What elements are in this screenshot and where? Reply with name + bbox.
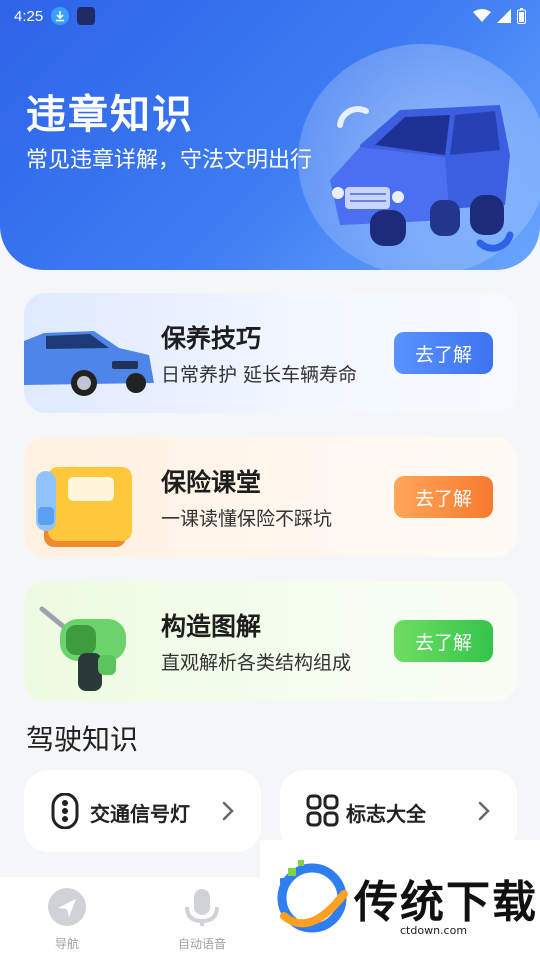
card-description: 日常养护 延长车辆寿命 <box>161 364 358 386</box>
microphone-icon <box>185 889 219 926</box>
card-description: 一课读懂保险不踩坑 <box>161 508 333 530</box>
card-title: 保险课堂 <box>161 468 262 497</box>
status-time: 4:25 <box>14 7 44 25</box>
card-maintenance[interactable]: 保养技巧 日常养护 延长车辆寿命 去了解 <box>24 293 517 413</box>
blue-car-icon <box>24 331 154 396</box>
watermark-logo-icon <box>277 860 348 933</box>
wifi-icon <box>473 9 491 22</box>
hero-title: 违章知识 <box>26 92 194 138</box>
nav-tab-navigation[interactable]: 导航 <box>12 887 122 952</box>
traffic-light-icon <box>51 793 79 829</box>
nav-tab-voice[interactable]: 自动语音 <box>147 887 257 952</box>
car-illustration <box>330 105 514 252</box>
nav-label: 导航 <box>54 937 79 951</box>
card-description: 直观解析各类结构组成 <box>161 652 352 674</box>
watermark: 传统下载 ctdown.com <box>260 840 540 960</box>
grid-icon <box>306 794 339 827</box>
chevron-right-icon <box>222 801 234 821</box>
learn-more-button[interactable]: 去了解 <box>394 332 493 374</box>
watermark-url: ctdown.com <box>400 924 468 937</box>
section-title: 驾驶知识 <box>26 723 139 756</box>
download-icon <box>51 7 70 25</box>
quick-link-label: 交通信号灯 <box>90 802 190 826</box>
learn-more-button[interactable]: 去了解 <box>394 476 493 518</box>
battery-icon <box>517 8 526 24</box>
nav-label: 自动语音 <box>177 937 226 951</box>
status-bar: 4:25 <box>0 0 540 32</box>
watermark-text: 传统下载 <box>354 877 538 928</box>
hero-banner: 违章知识 常见违章详解，守法文明出行 <box>0 0 540 270</box>
quick-link-traffic-lights[interactable]: 交通信号灯 <box>24 770 261 852</box>
card-insurance[interactable]: 保险课堂 一课读懂保险不踩坑 去了解 <box>24 437 517 557</box>
signal-icon <box>497 9 511 23</box>
chevron-right-icon <box>478 801 490 821</box>
card-title: 保养技巧 <box>161 324 262 353</box>
card-structure[interactable]: 构造图解 直观解析各类结构组成 去了解 <box>24 581 517 701</box>
hero-subtitle: 常见违章详解，守法文明出行 <box>26 148 313 173</box>
app-notification-icon <box>77 7 96 25</box>
quick-link-label: 标志大全 <box>346 802 426 826</box>
learn-more-button[interactable]: 去了解 <box>394 620 493 662</box>
drill-icon <box>39 606 126 691</box>
notebook-icon <box>36 467 132 547</box>
card-title: 构造图解 <box>161 612 262 641</box>
navigation-icon <box>48 888 86 926</box>
